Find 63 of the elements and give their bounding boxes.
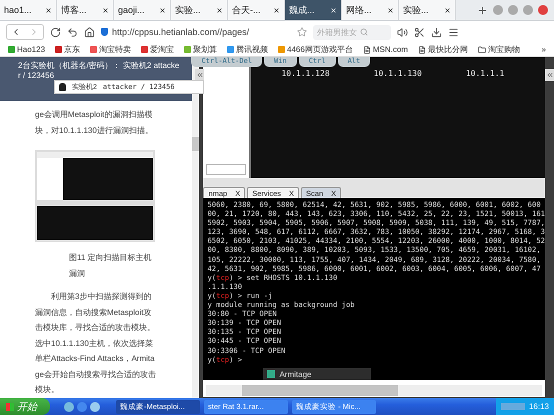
- bookmark-link[interactable]: 淘宝购物: [488, 44, 520, 55]
- host-label[interactable]: 10.1.1.130: [374, 69, 422, 79]
- article-paragraph: ge会调用Metasploit的漏洞扫描模块，对10.1.1.130进行漏洞扫描。: [35, 109, 154, 136]
- host-label[interactable]: 10.1.1.128: [281, 69, 330, 79]
- browser-tab[interactable]: 实验...: [171, 0, 228, 20]
- browser-tab[interactable]: 博客...: [57, 0, 114, 20]
- folder-icon: [478, 46, 486, 54]
- bookmark-link[interactable]: 聚划算: [193, 44, 218, 55]
- address-field[interactable]: http://cppsu.hetianlab.com//pages/: [112, 27, 250, 37]
- linux-icon: [59, 83, 66, 91]
- close-icon[interactable]: [45, 6, 52, 14]
- new-tab-icon[interactable]: [477, 4, 488, 16]
- filter-field[interactable]: [206, 164, 246, 175]
- volume-icon[interactable]: [397, 26, 408, 38]
- shield-icon: [101, 28, 108, 36]
- more-bookmarks-button[interactable]: »: [542, 45, 546, 54]
- close-icon[interactable]: [216, 6, 223, 14]
- bookmark-link[interactable]: 淘宝特卖: [99, 44, 132, 55]
- windows-icon: [6, 402, 14, 410]
- close-icon[interactable]: [387, 6, 394, 14]
- bookmark-icon: [8, 46, 15, 53]
- scissors-icon[interactable]: [414, 26, 425, 38]
- bookmark-icon: [184, 46, 192, 53]
- browser-tab[interactable]: 魏成...: [285, 0, 342, 20]
- browser-tab[interactable]: 实验...: [399, 0, 456, 20]
- browser-tab[interactable]: 合天-...: [228, 0, 285, 20]
- bookmark-link[interactable]: 京东: [64, 44, 80, 55]
- browser-tab[interactable]: 网络...: [342, 0, 399, 20]
- close-icon[interactable]: [444, 6, 451, 14]
- page-icon: [362, 46, 371, 54]
- scrollbar[interactable]: [203, 380, 545, 397]
- bookmark-icon: [141, 46, 148, 53]
- host-label[interactable]: 10.1.1.1: [466, 69, 504, 79]
- home-icon[interactable]: [84, 26, 95, 38]
- bookmark-link[interactable]: Hao123: [17, 45, 46, 54]
- bookmark-link[interactable]: 最快比分网: [428, 44, 468, 55]
- clock: 16:13: [528, 402, 549, 411]
- close-icon[interactable]: [159, 6, 166, 14]
- browser-tab[interactable]: gaoji...: [114, 0, 171, 20]
- bookmark-link[interactable]: 爱淘宝: [150, 44, 174, 55]
- article-paragraph: 利用第3步中扫描探测得到的漏洞信息，自动搜索Metasploit攻击模块库，寻找合适的攻击模块。选中10.1.1.130主机，依次选择菜单栏Attacks-Find Attacks，Armitage会开始自动搜索寻找合适的攻击模块。: [35, 291, 157, 396]
- bookmark-link[interactable]: 腾讯视频: [236, 44, 268, 55]
- bookmark-icon: [55, 46, 62, 53]
- close-icon[interactable]: [102, 6, 109, 14]
- collapse-icon[interactable]: [195, 69, 204, 81]
- reload-icon[interactable]: [50, 26, 61, 38]
- bookmark-link[interactable]: 4466网页游戏平台: [287, 44, 353, 55]
- bookmark-icon: [278, 46, 286, 53]
- undo-icon[interactable]: [67, 26, 78, 38]
- close-icon[interactable]: [273, 6, 280, 14]
- star-icon[interactable]: [297, 27, 307, 37]
- app-icon: [267, 370, 276, 378]
- page-icon: [418, 46, 426, 54]
- figure-caption: 图11 定向扫描目标主机漏洞: [68, 252, 153, 280]
- download-icon[interactable]: [431, 26, 442, 38]
- bookmark-icon: [227, 46, 234, 53]
- taskbar-item[interactable]: Armitage: [263, 368, 372, 380]
- search-icon[interactable]: [360, 28, 368, 36]
- browser-tab[interactable]: hao1...: [0, 0, 57, 20]
- bookmark-link[interactable]: MSN.com: [372, 45, 408, 54]
- menu-icon[interactable]: [448, 26, 459, 38]
- bookmark-icon: [90, 46, 98, 53]
- collapse-icon[interactable]: [545, 69, 554, 81]
